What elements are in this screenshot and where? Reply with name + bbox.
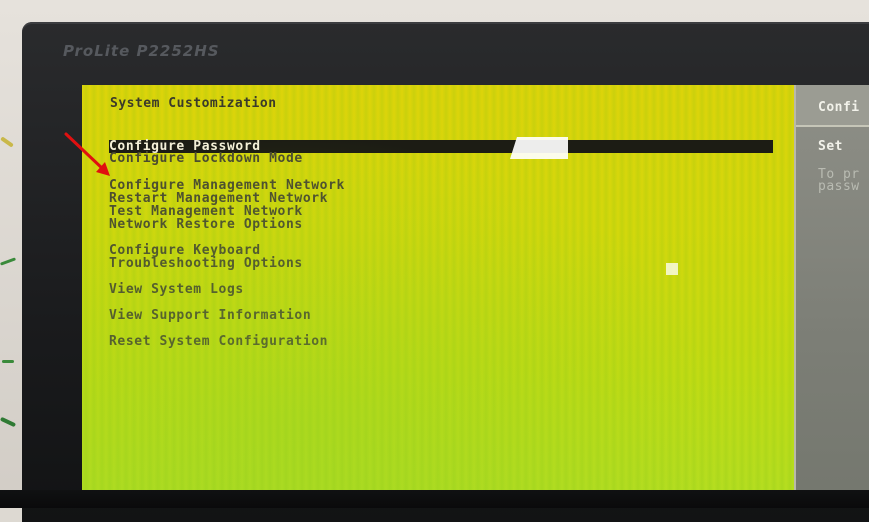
monitor-bottom-bezel bbox=[0, 490, 869, 508]
red-arrow-icon bbox=[64, 132, 110, 176]
side-panel-title: Confi bbox=[818, 100, 860, 115]
menu-item-reset-system-configuration[interactable]: Reset System Configuration bbox=[109, 335, 328, 348]
menu-item-configure-password[interactable]: Configure Password bbox=[109, 140, 261, 153]
selection-bar bbox=[109, 140, 773, 153]
screen-glare bbox=[510, 137, 568, 159]
menu-item-troubleshooting-options[interactable]: Troubleshooting Options bbox=[109, 257, 303, 270]
side-panel-description: passw bbox=[818, 179, 860, 194]
menu-item-network-restore-options[interactable]: Network Restore Options bbox=[109, 218, 303, 231]
menu-item-view-support-information[interactable]: View Support Information bbox=[109, 309, 311, 322]
side-panel-heading: Set bbox=[818, 139, 843, 154]
menu-item-configure-keyboard[interactable]: Configure Keyboard bbox=[109, 244, 261, 257]
page-title: System Customization bbox=[110, 96, 277, 111]
menu-item-test-management-network[interactable]: Test Management Network bbox=[109, 205, 303, 218]
monitor-screen: System Customization Configure Password … bbox=[82, 85, 869, 508]
menu-item-configure-management-network[interactable]: Configure Management Network bbox=[109, 179, 345, 192]
dcui-side-panel: Confi Set To pr passw bbox=[794, 85, 869, 508]
screen-glare bbox=[666, 263, 678, 275]
cable bbox=[2, 360, 14, 363]
menu-item-view-system-logs[interactable]: View System Logs bbox=[109, 283, 244, 296]
menu-item-configure-lockdown-mode[interactable]: Configure Lockdown Mode bbox=[109, 152, 303, 165]
dcui-main-panel: System Customization Configure Password … bbox=[82, 85, 794, 508]
monitor-brand-label: ProLite P2252HS bbox=[63, 42, 220, 60]
menu-item-restart-management-network[interactable]: Restart Management Network bbox=[109, 192, 328, 205]
